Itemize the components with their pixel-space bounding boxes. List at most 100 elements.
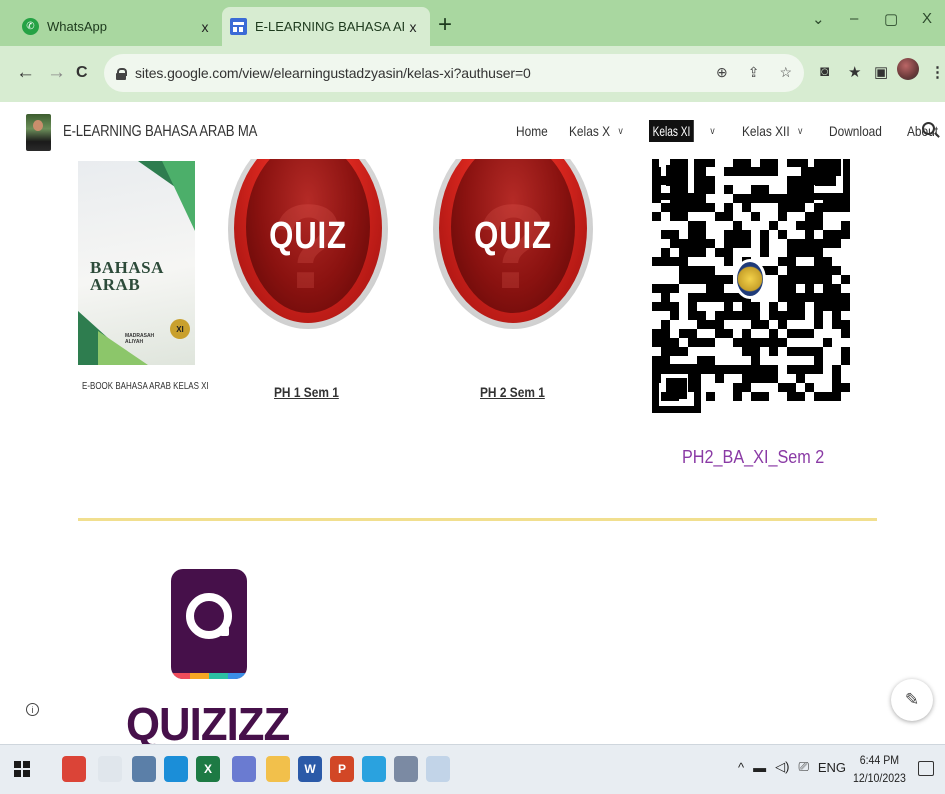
cover-decoration xyxy=(162,161,195,231)
qr-module xyxy=(688,302,697,311)
back-button[interactable]: ← xyxy=(16,62,35,84)
tray-chevron-icon[interactable]: ^ xyxy=(738,760,744,775)
maximize-button[interactable]: ▢ xyxy=(884,10,898,28)
forward-button[interactable]: → xyxy=(47,62,66,84)
share-icon[interactable]: ⇪ xyxy=(748,64,760,81)
qr-module xyxy=(760,159,769,167)
qr-module xyxy=(778,284,787,293)
file-explorer-icon[interactable] xyxy=(266,756,290,782)
edit-pencil-button[interactable]: ✎ xyxy=(891,679,933,721)
qr-module xyxy=(679,329,688,338)
qr-module xyxy=(661,302,670,311)
qr-module xyxy=(697,311,706,320)
file-icon[interactable] xyxy=(232,756,256,782)
qr-module xyxy=(796,203,805,212)
qr-module xyxy=(688,239,697,248)
chevron-down-icon[interactable]: v xyxy=(798,126,802,137)
app-icon[interactable] xyxy=(394,756,418,782)
quizizz-q-icon xyxy=(186,593,232,639)
extension-icon[interactable]: ◙ xyxy=(820,63,829,80)
ebook-cover-image[interactable]: BAHASA ARAB MADRASAH ALIYAH XI xyxy=(78,161,195,365)
qr-module xyxy=(724,167,733,176)
taskbar-clock[interactable]: 6:44 PM 12/10/2023 xyxy=(853,751,906,787)
nav-kelas-x[interactable]: Kelas X v xyxy=(569,123,623,139)
search-icon[interactable] xyxy=(922,122,935,135)
qr-module xyxy=(661,347,670,356)
tab-close-icon[interactable]: x xyxy=(404,19,422,35)
qr-module xyxy=(778,383,787,392)
nav-kelas-xii[interactable]: Kelas XII v xyxy=(742,123,802,139)
qr-module xyxy=(688,266,697,275)
word-icon[interactable]: W xyxy=(298,756,322,782)
battery-icon[interactable]: ▬ xyxy=(753,760,766,775)
network-icon[interactable]: ⎚ xyxy=(798,759,808,775)
nav-kelas-xi[interactable]: Kelas XI v xyxy=(648,120,714,142)
qr-module xyxy=(697,320,706,329)
quiz-link-2[interactable]: PH 2 Sem 1 xyxy=(480,384,545,400)
volume-icon[interactable]: ◁) xyxy=(775,759,789,775)
windows-start-icon[interactable] xyxy=(14,761,30,777)
reload-button[interactable]: C xyxy=(76,64,88,82)
qr-module xyxy=(841,194,850,203)
qr-module xyxy=(841,221,850,230)
new-tab-button[interactable]: + xyxy=(438,11,452,39)
powerpoint-icon[interactable]: P xyxy=(330,756,354,782)
system-tray: ^ ▬ ◁) ⎚ ENG xyxy=(738,759,846,775)
site-title[interactable]: E-LEARNING BAHASA ARAB MA xyxy=(63,123,257,141)
qr-module xyxy=(697,167,706,176)
qr-module xyxy=(814,239,823,248)
menu-kebab-icon[interactable]: ⋮ xyxy=(930,63,945,81)
chrome-icon[interactable] xyxy=(62,756,86,782)
snipping-tool-icon[interactable] xyxy=(98,756,122,782)
nav-download[interactable]: Download xyxy=(829,123,882,139)
qr-module xyxy=(787,365,796,374)
info-icon[interactable]: i xyxy=(26,703,39,716)
site-logo[interactable] xyxy=(26,114,51,151)
quizizz-wordmark[interactable]: QUIZIZZ xyxy=(126,697,290,744)
address-bar[interactable]: sites.google.com/view/elearningustadzyas… xyxy=(104,54,804,92)
qr-module xyxy=(670,239,679,248)
tab-elearning[interactable]: E-LEARNING BAHASA ARAB MA x xyxy=(222,7,430,46)
qr-module xyxy=(778,203,787,212)
quiz-link-1[interactable]: PH 1 Sem 1 xyxy=(274,384,339,400)
zoom-icon[interactable]: ⊕ xyxy=(716,64,728,81)
excel-icon[interactable]: X xyxy=(196,756,220,782)
bookmark-star-icon[interactable]: ☆ xyxy=(779,64,792,81)
chevron-down-icon[interactable]: v xyxy=(619,126,623,137)
qr-module xyxy=(670,230,679,239)
qr-module xyxy=(688,338,697,347)
tab-close-icon[interactable]: x xyxy=(196,19,214,35)
quiz-button-1[interactable]: ? QUIZ xyxy=(228,159,388,349)
minimize-button[interactable]: – xyxy=(850,10,858,27)
qr-module xyxy=(823,266,832,275)
notes-icon[interactable] xyxy=(132,756,156,782)
nav-home[interactable]: Home xyxy=(516,123,548,139)
quizizz-logo-image[interactable] xyxy=(171,569,247,679)
qr-module xyxy=(805,347,814,356)
language-indicator[interactable]: ENG xyxy=(818,760,846,775)
profile-avatar[interactable] xyxy=(897,58,919,80)
tab-strip: ✆ WhatsApp x E-LEARNING BAHASA ARAB MA x… xyxy=(0,0,945,46)
lock-icon[interactable] xyxy=(116,67,127,80)
qr-module xyxy=(769,365,778,374)
qr-module xyxy=(715,365,724,374)
telegram-icon[interactable] xyxy=(362,756,386,782)
notification-icon[interactable] xyxy=(918,761,934,776)
tab-whatsapp[interactable]: ✆ WhatsApp x xyxy=(14,7,222,46)
sidepanel-icon[interactable]: ▣ xyxy=(874,63,888,81)
quiz-button-2[interactable]: ? QUIZ xyxy=(433,159,593,349)
qr-module xyxy=(706,356,715,365)
tab-search-icon[interactable]: ⌄ xyxy=(812,10,825,28)
qr-module xyxy=(787,383,796,392)
chevron-down-icon[interactable]: v xyxy=(710,126,714,137)
qr-module xyxy=(805,176,814,185)
paint-icon[interactable] xyxy=(426,756,450,782)
quiz-label: QUIZ xyxy=(269,215,347,257)
close-window-button[interactable]: X xyxy=(922,10,932,27)
puzzle-icon[interactable]: ★ xyxy=(848,63,861,81)
url-text[interactable]: sites.google.com/view/elearningustadzyas… xyxy=(135,65,531,81)
edge-icon[interactable] xyxy=(164,756,188,782)
qr-caption[interactable]: PH2_BA_XI_Sem 2 xyxy=(682,447,824,468)
qr-module xyxy=(697,338,706,347)
qr-code-image[interactable] xyxy=(652,159,850,417)
